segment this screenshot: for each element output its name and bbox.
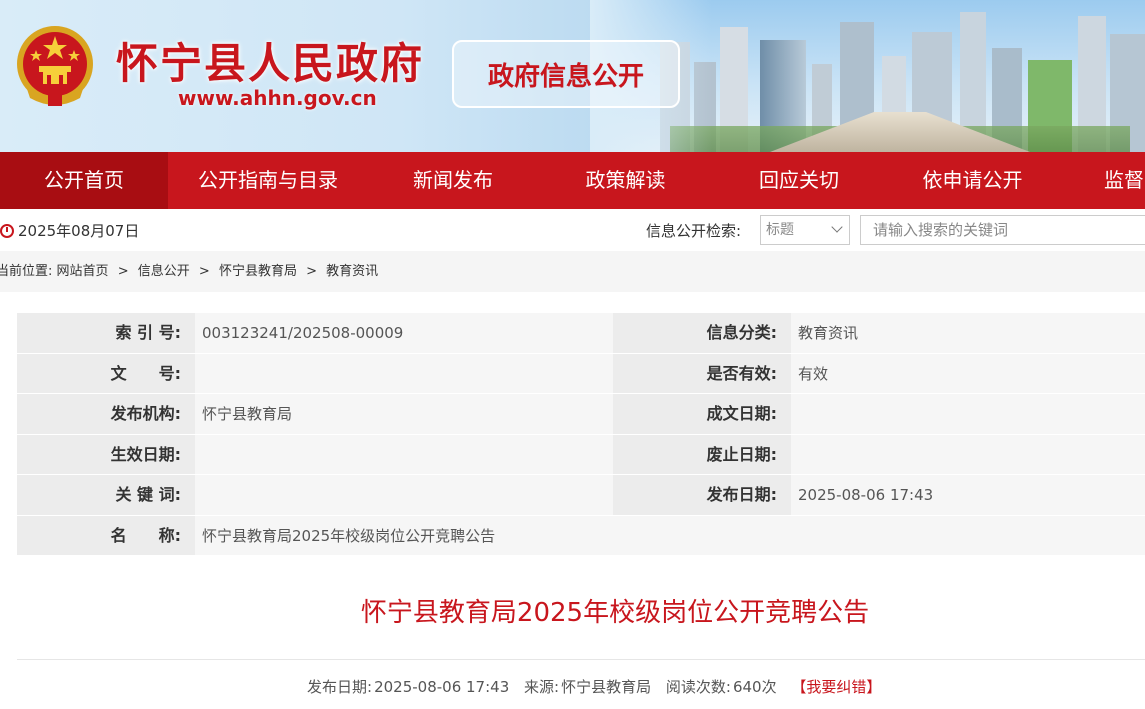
breadcrumb-separator: >	[306, 264, 317, 279]
keywords-label: 关 键 词:	[17, 475, 195, 515]
table-row: 发布机构: 怀宁县教育局 成文日期:	[17, 394, 1145, 435]
publish-date: 2025-08-06 17:43	[374, 678, 510, 696]
site-header: 怀宁县人民政府 www.ahhn.gov.cn 政府信息公开	[0, 0, 1145, 152]
publisher-label: 发布机构:	[17, 394, 195, 434]
name-value: 怀宁县教育局2025年校级岗位公开竞聘公告	[195, 515, 1145, 555]
divider	[17, 659, 1145, 660]
chevron-down-icon	[831, 221, 843, 233]
article-title: 怀宁县教育局2025年校级岗位公开竞聘公告	[360, 598, 870, 628]
keywords-value	[195, 475, 613, 515]
nav-item-response[interactable]: 回应关切	[713, 152, 885, 209]
breadcrumb-item-news[interactable]: 教育资讯	[326, 251, 378, 292]
publish-date-value: 2025-08-06 17:43	[791, 475, 1145, 515]
national-emblem-icon	[17, 26, 93, 106]
name-label: 名 称:	[17, 515, 195, 555]
written-date-label: 成文日期:	[613, 394, 791, 434]
breadcrumb-item-bureau[interactable]: 怀宁县教育局	[219, 251, 297, 292]
breadcrumb-item-home[interactable]: 网站首页	[57, 251, 109, 292]
breadcrumb-item-info[interactable]: 信息公开	[138, 251, 190, 292]
article-info: 发布日期: 2025-08-06 17:43 来源: 怀宁县教育局 阅读次数: 640…	[307, 676, 881, 697]
valid-value: 有效	[791, 353, 1145, 393]
table-row: 名 称: 怀宁县教育局2025年校级岗位公开竞聘公告	[17, 515, 1145, 556]
breadcrumb-separator: >	[117, 264, 129, 279]
views-label: 阅读次数:	[665, 678, 731, 696]
publisher-value: 怀宁县教育局	[195, 394, 613, 434]
current-date: 2025年08月07日	[0, 220, 139, 241]
site-url[interactable]: www.ahhn.gov.cn	[178, 86, 377, 110]
search-type-value: 标题	[766, 222, 794, 238]
table-row: 生效日期: 废止日期:	[17, 434, 1145, 475]
valid-label: 是否有效:	[613, 353, 791, 393]
publish-date-label: 发布日期:	[307, 678, 373, 696]
nav-item-home[interactable]: 公开首页	[0, 152, 168, 209]
views-count: 640次	[732, 678, 777, 696]
nav-item-policy[interactable]: 政策解读	[538, 152, 713, 209]
toolbar: 2025年08月07日 信息公开检索: 标题	[0, 209, 1145, 251]
table-row: 索 引 号: 003123241/202508-00009 信息分类: 教育资讯	[17, 313, 1145, 354]
abolish-date-value	[791, 434, 1145, 474]
written-date-value	[791, 394, 1145, 434]
breadcrumb-prefix: 当前位置:	[0, 264, 53, 279]
category-label: 信息分类:	[613, 313, 791, 353]
source: 怀宁县教育局	[561, 678, 652, 696]
site-title[interactable]: 怀宁县人民政府	[116, 30, 424, 91]
abolish-date-label: 废止日期:	[613, 434, 791, 474]
table-row: 关 键 词: 发布日期: 2025-08-06 17:43	[17, 475, 1145, 516]
table-row: 文 号: 是否有效: 有效	[17, 353, 1145, 394]
source-label: 来源:	[524, 678, 560, 696]
report-error-link[interactable]: 【我要纠错】	[791, 678, 881, 696]
category-value: 教育资讯	[791, 313, 1145, 353]
nav-item-supervision[interactable]: 监督	[1104, 152, 1145, 209]
section-badge[interactable]: 政府信息公开	[452, 40, 680, 108]
nav-item-guide[interactable]: 公开指南与目录	[168, 152, 368, 209]
index-no-label: 索 引 号:	[17, 313, 195, 353]
nav-item-news[interactable]: 新闻发布	[368, 152, 538, 209]
effective-date-label: 生效日期:	[17, 434, 195, 474]
search-input[interactable]	[860, 215, 1145, 245]
nav-item-apply[interactable]: 依申请公开	[885, 152, 1060, 209]
index-no-value: 003123241/202508-00009	[195, 313, 613, 353]
date-text: 2025年08月07日	[18, 222, 140, 240]
doc-no-value	[195, 353, 613, 393]
search-label: 信息公开检索:	[646, 222, 742, 240]
main-nav: 公开首页 公开指南与目录 新闻发布 政策解读 回应关切 依申请公开 监督	[0, 152, 1145, 209]
doc-no-label: 文 号:	[17, 353, 195, 393]
clock-icon	[0, 223, 14, 238]
breadcrumb: 当前位置: 网站首页 > 信息公开 > 怀宁县教育局 > 教育资讯	[0, 251, 1145, 292]
publish-date-label: 发布日期:	[613, 475, 791, 515]
breadcrumb-separator: >	[198, 264, 210, 279]
document-meta-table: 索 引 号: 003123241/202508-00009 信息分类: 教育资讯…	[17, 313, 1145, 556]
effective-date-value	[195, 434, 613, 474]
search-type-select[interactable]: 标题	[760, 215, 850, 245]
